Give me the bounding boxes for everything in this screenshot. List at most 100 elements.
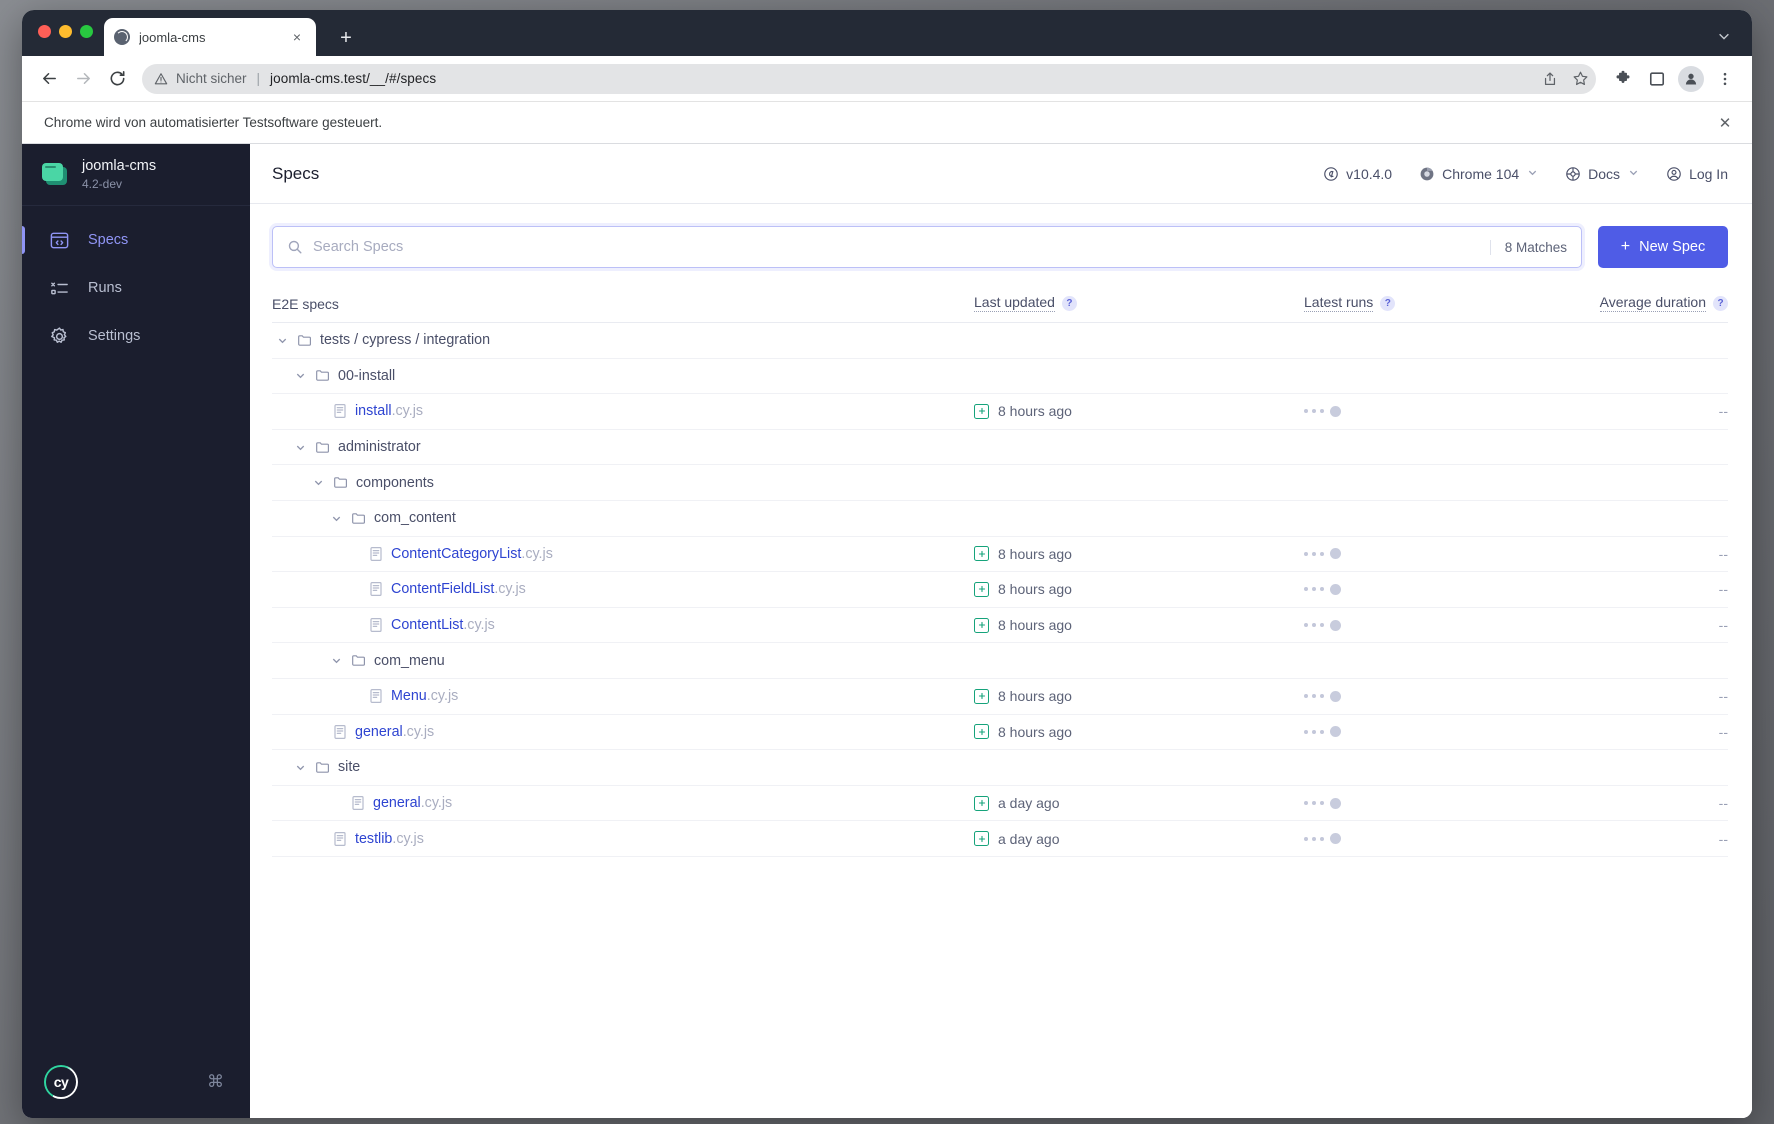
git-status-icon <box>974 795 989 811</box>
spec-name-cell: administrator <box>272 439 974 455</box>
file-icon <box>333 403 347 419</box>
specs-table: E2E specs Last updated ? Latest runs ? A… <box>272 294 1728 857</box>
project-switcher[interactable]: joomla-cms 4.2-dev <box>22 144 250 206</box>
spec-file-row[interactable]: Menu.cy.js 8 hours ago -- <box>272 679 1728 715</box>
automation-infobar-text: Chrome wird von automatisierter Testsoft… <box>44 115 383 130</box>
spec-folder-row[interactable]: components <box>272 465 1728 501</box>
chevron-down-icon[interactable] <box>294 442 307 453</box>
cypress-app: joomla-cms 4.2-dev Specs Runs Settings c… <box>22 144 1752 1118</box>
spec-file-name: general <box>373 795 421 812</box>
new-tab-button[interactable]: + <box>332 24 360 52</box>
cypress-logo-icon[interactable]: cy <box>44 1065 78 1099</box>
spec-file-link[interactable]: general.cy.js <box>373 795 452 811</box>
latest-runs-placeholder <box>1304 797 1341 809</box>
main-header: Specs v10.4.0 Chrome 104 Docs Log In <box>250 144 1752 204</box>
spec-file-link[interactable]: general.cy.js <box>355 724 434 740</box>
column-header-average-duration[interactable]: Average duration ? <box>1552 294 1728 312</box>
browser-selector[interactable]: Chrome 104 <box>1418 165 1538 182</box>
git-status-icon <box>974 688 989 704</box>
chevron-down-icon[interactable] <box>276 335 289 346</box>
sidebar-item-label: Specs <box>88 232 129 248</box>
spec-file-link[interactable]: Menu.cy.js <box>391 688 458 704</box>
spec-folder-row[interactable]: tests / cypress / integration <box>272 323 1728 359</box>
side-panel-icon[interactable] <box>1642 64 1672 94</box>
spec-file-link[interactable]: testlib.cy.js <box>355 831 424 847</box>
sidebar-item-specs[interactable]: Specs <box>22 216 250 264</box>
spec-name-cell: install.cy.js <box>272 403 974 419</box>
average-duration-cell: -- <box>1718 688 1728 705</box>
version-link[interactable]: v10.4.0 <box>1322 165 1392 182</box>
table-header-row: E2E specs Last updated ? Latest runs ? A… <box>272 294 1728 323</box>
chrome-icon <box>1418 165 1435 182</box>
spec-file-row[interactable]: ContentList.cy.js 8 hours ago -- <box>272 608 1728 644</box>
search-input[interactable] <box>313 239 1480 255</box>
back-button[interactable] <box>34 64 64 94</box>
close-icon[interactable]: × <box>288 28 306 46</box>
address-bar-url: joomla-cms.test/__/#/specs <box>270 71 437 86</box>
spec-file-row[interactable]: general.cy.js 8 hours ago -- <box>272 715 1728 751</box>
chevron-down-icon[interactable] <box>294 370 307 381</box>
sidebar-item-runs[interactable]: Runs <box>22 264 250 312</box>
close-icon[interactable]: ✕ <box>1712 110 1738 136</box>
help-icon[interactable]: ? <box>1061 295 1077 311</box>
extensions-icon[interactable] <box>1608 64 1638 94</box>
last-updated-cell: a day ago <box>974 831 1304 847</box>
maximize-window-button[interactable] <box>80 25 93 38</box>
forward-button[interactable] <box>68 64 98 94</box>
browser-tab[interactable]: joomla-cms × <box>104 18 316 56</box>
git-status-icon <box>974 546 989 562</box>
spec-folder-row[interactable]: 00-install <box>272 359 1728 395</box>
git-status-icon <box>974 831 989 847</box>
spec-file-link[interactable]: ContentCategoryList.cy.js <box>391 546 553 562</box>
spec-file-row[interactable]: general.cy.js a day ago -- <box>272 786 1728 822</box>
spec-name-cell: general.cy.js <box>272 795 974 811</box>
spec-file-link[interactable]: ContentFieldList.cy.js <box>391 581 526 597</box>
folder-icon <box>297 333 312 348</box>
average-duration-cell: -- <box>1718 723 1728 740</box>
chevron-down-icon[interactable] <box>294 762 307 773</box>
browser-window: joomla-cms × + Nicht sicher | joomla-cms… <box>22 10 1752 1118</box>
chevron-down-icon[interactable] <box>330 513 343 524</box>
login-button[interactable]: Log In <box>1665 165 1728 182</box>
chevron-down-icon[interactable] <box>330 655 343 666</box>
latest-runs-cell <box>1304 583 1552 595</box>
spec-folder-row[interactable]: com_menu <box>272 643 1728 679</box>
average-duration-cell: -- <box>1718 581 1728 598</box>
close-window-button[interactable] <box>38 25 51 38</box>
kebab-menu-icon[interactable] <box>1710 64 1740 94</box>
column-header-last-updated[interactable]: Last updated ? <box>974 294 1304 312</box>
spec-file-link[interactable]: ContentList.cy.js <box>391 617 495 633</box>
column-header-latest-runs[interactable]: Latest runs ? <box>1304 294 1552 312</box>
reload-button[interactable] <box>102 64 132 94</box>
spec-file-row[interactable]: ContentFieldList.cy.js 8 hours ago -- <box>272 572 1728 608</box>
profile-button[interactable] <box>1676 64 1706 94</box>
git-status-icon <box>974 724 989 740</box>
spec-file-row[interactable]: install.cy.js 8 hours ago -- <box>272 394 1728 430</box>
spec-file-extension: .cy.js <box>463 617 495 634</box>
search-specs-box[interactable]: 8 Matches <box>272 226 1582 268</box>
new-spec-button[interactable]: + New Spec <box>1598 226 1728 268</box>
chevron-down-icon <box>1628 167 1639 181</box>
spec-folder-row[interactable]: site <box>272 750 1728 786</box>
spec-file-link[interactable]: install.cy.js <box>355 403 423 419</box>
spec-folder-row[interactable]: administrator <box>272 430 1728 466</box>
spec-file-extension: .cy.js <box>420 795 453 812</box>
address-bar[interactable]: Nicht sicher | joomla-cms.test/__/#/spec… <box>142 63 1596 94</box>
share-icon[interactable] <box>1540 69 1560 89</box>
help-icon[interactable]: ? <box>1380 295 1396 311</box>
last-updated-cell: a day ago <box>974 795 1304 811</box>
spec-folder-row[interactable]: com_content <box>272 501 1728 537</box>
chevron-down-icon[interactable] <box>1712 24 1736 48</box>
sidebar-item-settings[interactable]: Settings <box>22 312 250 360</box>
spec-file-row[interactable]: testlib.cy.js a day ago -- <box>272 821 1728 857</box>
help-icon[interactable]: ? <box>1713 295 1728 311</box>
docs-link[interactable]: Docs <box>1564 165 1639 182</box>
chevron-down-icon[interactable] <box>312 477 325 488</box>
minimize-window-button[interactable] <box>59 25 72 38</box>
star-icon[interactable] <box>1570 69 1590 89</box>
spec-file-name: ContentList <box>391 617 464 634</box>
folder-name: tests / cypress / integration <box>320 332 491 349</box>
folder-icon <box>315 368 330 383</box>
keyboard-shortcut-icon[interactable]: ⌘ <box>207 1072 224 1092</box>
spec-file-row[interactable]: ContentCategoryList.cy.js 8 hours ago -- <box>272 537 1728 573</box>
